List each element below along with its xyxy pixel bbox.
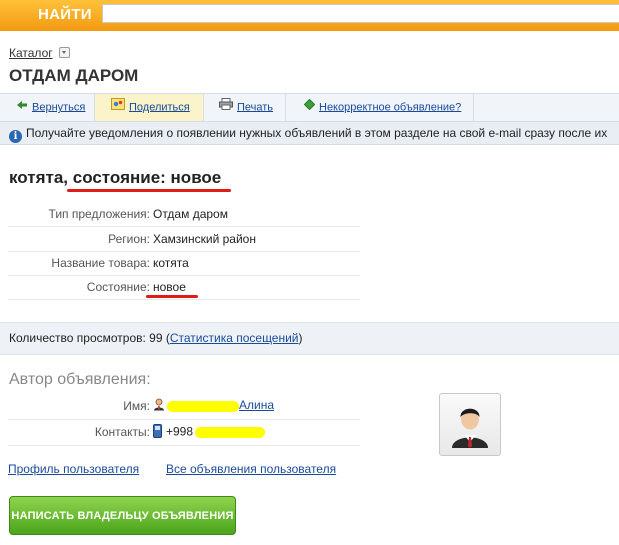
attribute-row-condition: Состояние: новое	[8, 275, 360, 300]
redaction-mark	[195, 427, 266, 438]
attribute-value: котята	[153, 256, 189, 270]
views-bar: Количество просмотров: 99 (Статистика по…	[0, 322, 619, 355]
breadcrumb-catalog-link[interactable]: Каталог	[9, 46, 53, 60]
redaction-mark	[167, 400, 239, 412]
listing-title: котята, состояние: новое	[9, 168, 232, 192]
listing-title-condition: состояние: новое	[66, 168, 232, 192]
notification-banner: i Получайте уведомления о появлении нужны…	[0, 122, 619, 145]
printer-icon	[219, 94, 233, 121]
search-input[interactable]	[102, 4, 619, 23]
red-underline-mark	[146, 295, 198, 298]
author-name-label: Имя:	[123, 399, 150, 413]
notification-text: Получайте уведомления о появлении нужных…	[26, 126, 608, 140]
phone-number: +998	[166, 424, 194, 439]
find-button[interactable]: НАЙТИ	[38, 6, 92, 23]
print-button[interactable]: Печать	[204, 94, 286, 121]
arrow-left-icon	[16, 94, 28, 121]
attribute-label: Регион:	[108, 232, 150, 246]
attribute-row-offer-type: Тип предложения: Отдам даром	[8, 202, 360, 227]
author-name-row: Имя: Алина	[8, 393, 360, 420]
visit-statistics-link[interactable]: Статистика посещений	[170, 331, 299, 345]
all-ads-links: Все объявления пользователя	[166, 462, 336, 476]
listing-title-item: котята	[9, 168, 64, 187]
profile-links: Профиль пользователя	[8, 462, 139, 476]
breadcrumb: Каталог	[9, 46, 70, 60]
author-contacts-label: Контакты:	[94, 425, 150, 439]
share-button[interactable]: Поделиться	[95, 94, 204, 121]
search-bar: НАЙТИ	[0, 0, 619, 31]
views-count-text: Количество просмотров: 99 (	[9, 331, 170, 345]
avatar	[439, 393, 501, 456]
user-icon	[153, 398, 165, 414]
share-icon	[111, 94, 125, 121]
attribute-label: Тип предложения:	[48, 207, 150, 221]
report-button[interactable]: Некорректное объявление?	[286, 94, 474, 121]
write-to-owner-button[interactable]: НАПИСАТЬ ВЛАДЕЛЬЦУ ОБЪЯВЛЕНИЯ	[9, 496, 236, 535]
red-underline-mark	[66, 189, 232, 192]
listing-title-separator: ,	[63, 168, 73, 187]
author-name-value: Алина	[153, 398, 274, 414]
listing-title-condition-text: состояние: новое	[72, 168, 222, 187]
info-icon: i	[9, 130, 22, 143]
attribute-value: новое	[153, 280, 186, 294]
author-contacts-row: Контакты: +998	[8, 419, 360, 446]
author-name-link[interactable]: Алина	[239, 398, 274, 412]
views-suffix: )	[298, 331, 303, 345]
attribute-label: Название товара:	[51, 256, 150, 270]
user-profile-link[interactable]: Профиль пользователя	[8, 462, 139, 476]
all-user-ads-link[interactable]: Все объявления пользователя	[166, 462, 336, 476]
mobile-phone-icon	[153, 424, 162, 441]
author-contacts-value: +998	[153, 424, 266, 441]
action-toolbar: Вернуться Поделиться Печать Некорректное…	[0, 93, 619, 122]
attribute-value: Отдам даром	[153, 207, 228, 221]
author-section-title: Автор объявления:	[9, 371, 151, 388]
chevron-down-icon[interactable]	[58, 47, 70, 58]
attribute-value: Хамзинский район	[153, 232, 256, 246]
attribute-row-region: Регион: Хамзинский район	[8, 227, 360, 252]
back-button[interactable]: Вернуться	[0, 94, 95, 121]
attribute-label: Состояние:	[86, 280, 150, 294]
attribute-row-product-name: Название товара: котята	[8, 251, 360, 276]
user-avatar-icon	[452, 408, 488, 448]
page-title: ОТДАМ ДАРОМ	[9, 66, 139, 85]
warning-diamond-icon	[303, 94, 316, 121]
